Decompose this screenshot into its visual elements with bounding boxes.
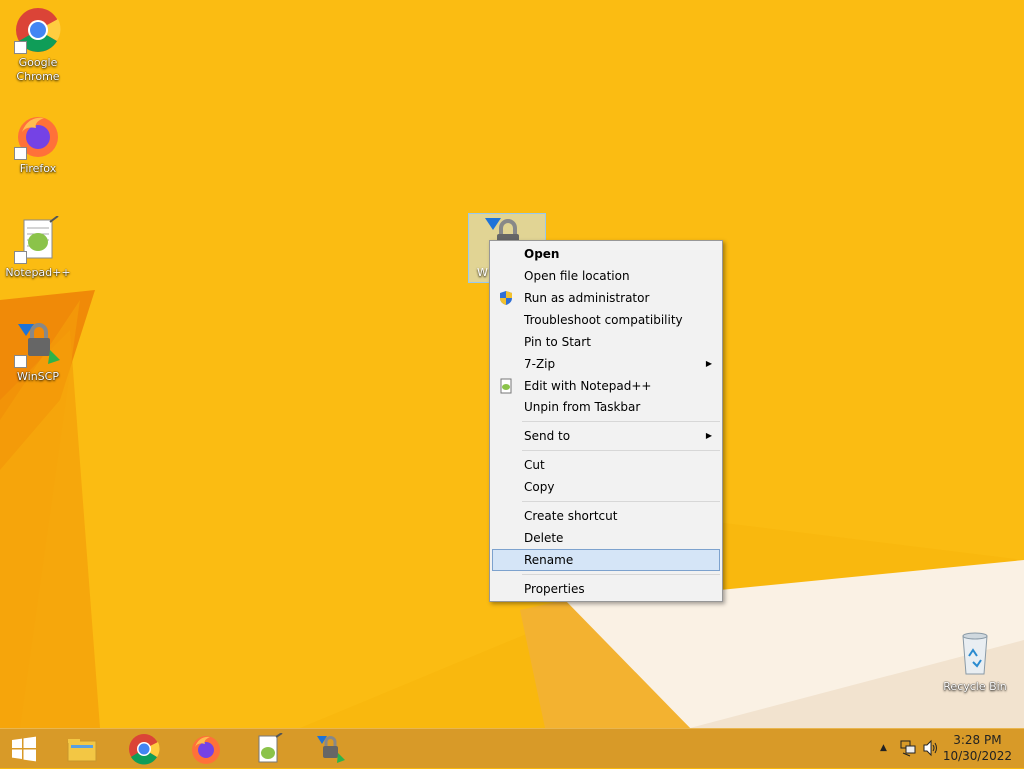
uac-shield-icon	[498, 290, 514, 306]
windows-start-icon	[10, 735, 38, 763]
desktop-icon-label: Recycle Bin	[943, 680, 1007, 693]
shortcut-arrow-icon	[14, 355, 27, 368]
menu-item-label: Properties	[524, 582, 585, 596]
menu-item-label: Open file location	[524, 269, 630, 283]
menu-item-edit-with-notepadpp[interactable]: Edit with Notepad++	[492, 375, 720, 397]
menu-item-label: 7-Zip	[524, 357, 556, 371]
winscp-icon	[314, 733, 346, 765]
desktop-icon-google-chrome[interactable]: Google Chrome	[0, 6, 76, 84]
start-button[interactable]	[0, 729, 56, 769]
menu-item-label: Open	[524, 247, 560, 261]
taskbar-winscp[interactable]	[302, 729, 358, 769]
menu-item-label: Send to	[524, 429, 571, 443]
firefox-icon	[190, 733, 222, 765]
notepadpp-icon	[252, 732, 284, 765]
menu-item-open-file-location[interactable]: Open file location	[492, 265, 720, 287]
firefox-icon	[14, 112, 62, 160]
menu-item-label: Pin to Start	[524, 335, 591, 349]
recycle-bin-icon	[951, 630, 999, 678]
submenu-arrow-icon: ▶	[705, 431, 712, 440]
menu-separator	[522, 450, 720, 451]
desktop-icon-label: Google Chrome	[16, 56, 60, 83]
menu-item-label: Cut	[524, 458, 545, 472]
menu-item-label: Rename	[524, 553, 574, 567]
menu-item-cut[interactable]: Cut	[492, 454, 720, 476]
desktop-icon-firefox[interactable]: Firefox	[0, 112, 76, 176]
menu-item-label: Copy	[524, 480, 555, 494]
clock-date: 10/30/2022	[942, 749, 1012, 763]
chrome-icon	[14, 6, 62, 54]
shortcut-arrow-icon	[14, 251, 27, 264]
menu-item-run-as-administrator[interactable]: Run as administrator	[492, 287, 720, 309]
menu-separator	[522, 574, 720, 575]
desktop-icon-label: WinSCP	[17, 370, 59, 383]
menu-item-troubleshoot-compatibility[interactable]: Troubleshoot compatibility	[492, 309, 720, 331]
network-icon[interactable]	[900, 739, 916, 760]
chrome-icon	[128, 733, 160, 765]
taskbar-firefox[interactable]	[178, 729, 234, 769]
menu-item-label: Run as administrator	[524, 291, 650, 305]
desktop-icon-label: Notepad++	[5, 266, 71, 279]
menu-item-label: Troubleshoot compatibility	[524, 313, 683, 327]
menu-item-send-to[interactable]: Send to ▶	[492, 425, 720, 447]
desktop-icon-recycle-bin[interactable]: Recycle Bin	[937, 630, 1013, 694]
menu-item-label: Delete	[524, 531, 564, 545]
selected-icon-label: W	[477, 266, 488, 279]
volume-icon[interactable]	[922, 739, 940, 760]
notepadpp-icon	[14, 215, 62, 264]
taskbar: ▲ 3:28 PM 10/30/2022	[0, 728, 1024, 768]
desktop-icon-winscp[interactable]: WinSCP	[0, 320, 76, 384]
menu-item-create-shortcut[interactable]: Create shortcut	[492, 505, 720, 527]
menu-item-delete[interactable]: Delete	[492, 527, 720, 549]
menu-item-7zip[interactable]: 7-Zip ▶	[492, 353, 720, 375]
menu-item-pin-to-start[interactable]: Pin to Start	[492, 331, 720, 353]
menu-item-properties[interactable]: Properties	[492, 578, 720, 600]
clock[interactable]: 3:28 PM 10/30/2022	[943, 732, 1012, 764]
context-menu: Open Open file location Run as administr…	[489, 240, 723, 602]
winscp-icon	[14, 320, 62, 368]
menu-separator	[522, 501, 720, 502]
menu-item-rename[interactable]: Rename	[492, 549, 720, 571]
menu-item-label: Unpin from Taskbar	[524, 400, 641, 414]
menu-item-label: Create shortcut	[524, 509, 618, 523]
file-explorer-icon	[66, 733, 98, 765]
desktop-icon-label: Firefox	[19, 162, 57, 175]
shortcut-arrow-icon	[14, 41, 27, 54]
taskbar-chrome[interactable]	[116, 729, 172, 769]
shortcut-arrow-icon	[14, 147, 27, 160]
system-tray: ▲ 3:28 PM 10/30/2022	[864, 729, 1024, 769]
menu-item-open[interactable]: Open	[492, 243, 720, 265]
taskbar-file-explorer[interactable]	[54, 729, 110, 769]
show-hidden-icons-chevron-icon[interactable]: ▲	[880, 743, 887, 753]
desktop-icon-notepadpp[interactable]: Notepad++	[0, 215, 76, 280]
submenu-arrow-icon: ▶	[705, 359, 712, 368]
clock-time: 3:28 PM	[953, 733, 1002, 747]
taskbar-notepadpp[interactable]	[240, 729, 296, 769]
menu-separator	[522, 421, 720, 422]
notepadpp-icon	[498, 378, 514, 394]
menu-item-label: Edit with Notepad++	[524, 379, 652, 393]
menu-item-copy[interactable]: Copy	[492, 476, 720, 498]
menu-item-unpin-from-taskbar[interactable]: Unpin from Taskbar	[492, 396, 720, 418]
